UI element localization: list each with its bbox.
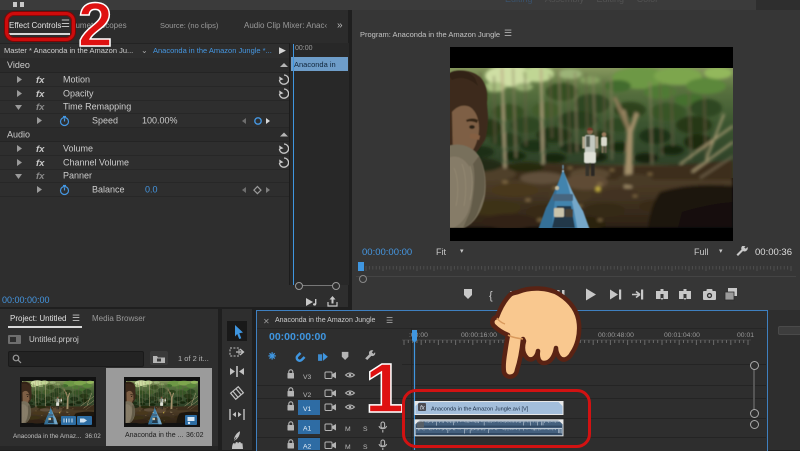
svg-text:Motion: Motion [63,75,90,85]
svg-text:Channel Volume: Channel Volume [63,158,129,168]
svg-text:Audio: Audio [7,130,30,140]
svg-text:V1: V1 [303,406,312,413]
svg-text:V2: V2 [303,392,312,399]
svg-text:fx: fx [36,171,45,182]
svg-text:00:00:48:00: 00:00:48:00 [598,332,634,339]
svg-text:Speed: Speed [92,116,118,126]
svg-text::00:00: :00:00 [409,332,428,339]
svg-text:Volume: Volume [63,144,93,154]
svg-text:00:01:04:00: 00:01:04:00 [664,332,700,339]
svg-text:Opacity: Opacity [63,89,94,99]
svg-text:M: M [345,426,351,433]
svg-text:fx: fx [36,89,45,100]
svg-text:S: S [363,444,368,450]
svg-text:fx: fx [36,102,45,113]
svg-text:fx: fx [36,158,45,169]
svg-text:100.00%: 100.00% [142,116,178,126]
svg-text:A1: A1 [303,426,312,433]
svg-text:M: M [345,444,351,450]
svg-text:00:01: 00:01 [737,332,754,339]
svg-text:Time Remapping: Time Remapping [63,102,131,112]
svg-text:Video: Video [7,60,30,70]
svg-text:A2: A2 [303,444,312,451]
svg-text:fx: fx [36,75,45,86]
svg-text:S: S [363,426,368,433]
svg-text:V3: V3 [303,374,312,381]
svg-text:0.0: 0.0 [145,185,158,195]
svg-text:Balance: Balance [92,185,125,195]
svg-text:fx: fx [36,144,45,155]
svg-text:Panner: Panner [63,171,92,181]
